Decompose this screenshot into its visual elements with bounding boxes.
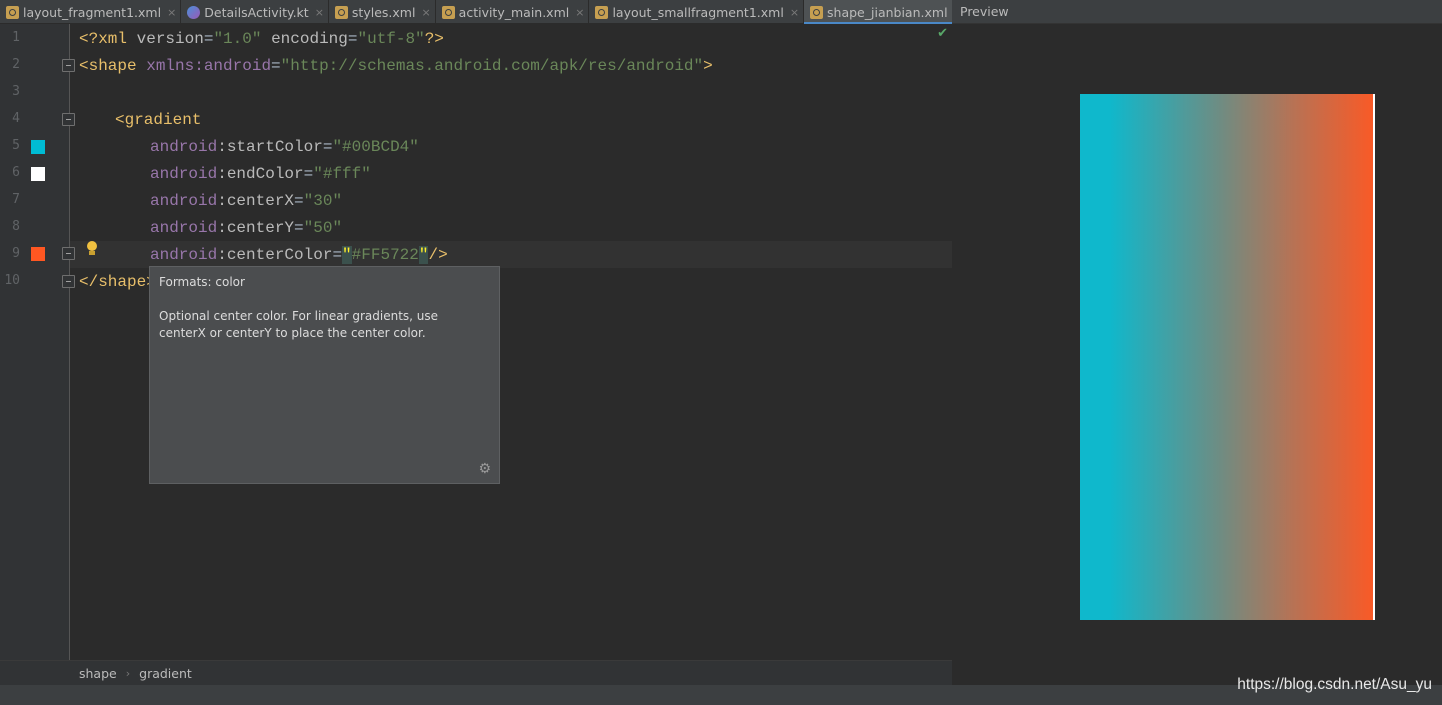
preview-canvas [952,24,1442,685]
code-line-2: <shape xmlns:android="http://schemas.and… [79,57,713,75]
code-line-1: <?xml version="1.0" encoding="utf-8"?> [79,30,444,48]
tab-label: activity_main.xml [458,4,570,20]
fold-toggle-shape-end[interactable] [62,275,75,288]
watermark: https://blog.csdn.net/Asu_yu [1237,676,1432,693]
line-number: 9 [12,246,20,261]
color-swatch-end[interactable] [31,167,45,181]
tab-label: layout_smallfragment1.xml [612,4,784,20]
xml-file-icon [6,5,19,19]
close-icon[interactable]: × [421,6,430,19]
fold-toggle-gradient-end[interactable] [62,247,75,260]
color-swatch-center[interactable] [31,247,45,261]
tab-layout-fragment1-xml[interactable]: layout_fragment1.xml × [0,0,182,24]
code-line-6: android:endColor="#fff" [150,165,371,183]
breadcrumb-item-gradient[interactable]: gradient [139,666,192,681]
gear-icon[interactable]: ⚙ [478,461,491,477]
tab-label: shape_jianbian.xml [827,4,948,20]
breadcrumb-separator: › [125,666,131,680]
line-number: 2 [12,57,20,72]
tab-detailsactivity-kt[interactable]: DetailsActivity.kt × [181,0,329,24]
code-line-9: android:centerColor="#FF5722"/> [150,246,448,264]
line-number: 3 [12,84,20,99]
code-line-10: </shape> [79,273,156,291]
close-icon[interactable]: × [575,6,584,19]
inspection-ok-icon: ✔ [937,26,948,41]
line-number: 1 [12,30,20,45]
preview-title: Preview [952,0,1442,24]
kotlin-file-icon [187,5,201,19]
tab-activity-main-xml[interactable]: activity_main.xml × [436,0,590,24]
line-number: 10 [4,273,20,288]
xml-file-icon [595,5,609,19]
tooltip-format: Formats: color [159,275,245,289]
fold-toggle-gradient[interactable] [62,113,75,126]
tooltip-description: Optional center color. For linear gradie… [159,309,439,340]
line-number: 7 [12,192,20,207]
tab-layout-smallfragment1-xml[interactable]: layout_smallfragment1.xml × [589,0,805,24]
editor-gutter: 1 2 3 4 5 6 7 8 9 10 [0,24,75,660]
breadcrumb: shape › gradient [0,660,952,685]
line-number: 6 [12,165,20,180]
code-line-7: android:centerX="30" [150,192,343,210]
breadcrumb-item-shape[interactable]: shape [79,666,117,681]
close-icon[interactable]: × [790,6,799,19]
tab-shape-jianbian-xml[interactable]: shape_jianbian.xml× [804,0,968,25]
close-icon[interactable]: × [167,6,176,19]
status-bar [0,685,1442,705]
line-number: 8 [12,219,20,234]
editor-tab-bar: layout_fragment1.xml × DetailsActivity.kt ×… [0,0,992,25]
documentation-tooltip: Formats: color Optional center color. Fo… [149,266,500,484]
xml-file-icon [810,5,824,19]
line-number: 4 [12,111,20,126]
xml-file-icon [334,5,348,19]
tab-styles-xml[interactable]: styles.xml × [329,0,436,24]
code-line-5: android:startColor="#00BCD4" [150,138,419,156]
line-number: 5 [12,138,20,153]
code-line-4: <gradient [115,111,202,129]
tab-label: DetailsActivity.kt [204,4,309,20]
gradient-preview [1080,94,1375,620]
tab-label: styles.xml [351,4,416,20]
code-line-8: android:centerY="50" [150,219,343,237]
tab-label: layout_fragment1.xml [23,4,162,20]
close-icon[interactable]: × [315,6,324,19]
fold-toggle-shape[interactable] [62,59,75,72]
preview-panel: Preview [952,0,1442,685]
xml-file-icon [441,5,455,19]
lightbulb-icon[interactable] [86,241,98,257]
color-swatch-start[interactable] [31,140,45,154]
